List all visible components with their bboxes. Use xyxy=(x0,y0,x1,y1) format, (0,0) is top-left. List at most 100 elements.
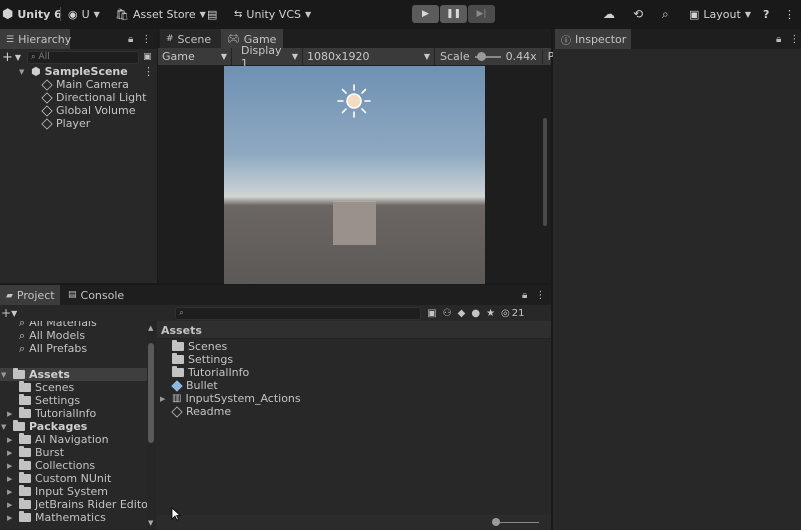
type-filter-icon[interactable]: ⚇ xyxy=(443,308,452,319)
folder-tree-scrollbar[interactable]: ▲ ▼ xyxy=(147,321,156,530)
hierarchy-item[interactable]: Player xyxy=(41,117,90,130)
warning-filter-icon[interactable]: ● xyxy=(471,308,480,319)
favorite-item[interactable]: ⌕ All Models xyxy=(19,329,85,343)
package-item[interactable]: ▶ JetBrains Rider Editor xyxy=(7,498,147,511)
search-button[interactable]: ⌕ xyxy=(662,0,669,28)
asset-item[interactable]: Bullet xyxy=(171,379,218,392)
add-icon[interactable]: + xyxy=(2,50,13,65)
main-toolbar: ⬢ Unity 6 ◉ U ▼ 🛍 Asset Store ▼ ▤ ⇆ Unit… xyxy=(0,0,801,28)
asset-item[interactable]: TutorialInfo xyxy=(172,366,249,379)
tab-hierarchy[interactable]: ☰ Hierarchy xyxy=(0,29,71,49)
archive-button[interactable]: ▤ xyxy=(207,0,217,28)
folder-item[interactable]: ▶ TutorialInfo xyxy=(7,407,96,420)
hierarchy-search[interactable]: ⌕ All xyxy=(27,50,140,64)
scrollbar-thumb[interactable] xyxy=(148,343,154,443)
expand-arrow-icon[interactable]: ▶ xyxy=(7,514,15,522)
unity-account-menu[interactable]: ⬢ Unity 6 xyxy=(2,0,62,28)
folder-item[interactable]: Settings xyxy=(19,394,80,407)
package-item[interactable]: ▶ Custom NUnit xyxy=(7,472,111,485)
resolution-dropdown[interactable]: 1080x1920 ▼ xyxy=(303,48,435,65)
asset-store-dropdown[interactable]: 🛍 Asset Store ▼ xyxy=(115,0,206,28)
lock-icon[interactable]: 🔒︎ xyxy=(776,34,781,45)
play-button[interactable]: ▶ xyxy=(412,5,439,23)
favorite-icon[interactable]: ★ xyxy=(486,308,495,319)
inspector-panel xyxy=(553,29,801,530)
asset-item[interactable]: ▶ ▥ InputSystem_Actions xyxy=(160,392,301,405)
cloud-button[interactable]: ☁ xyxy=(603,0,615,28)
scale-slider-handle[interactable] xyxy=(476,51,486,61)
search-input[interactable]: All xyxy=(39,52,50,62)
expand-arrow-icon[interactable]: ▼ xyxy=(19,68,27,76)
expand-arrow-icon[interactable]: ▶ xyxy=(7,410,15,418)
favorite-item[interactable]: ⌕ All Prefabs xyxy=(19,342,87,356)
filter-icon[interactable]: ▣ xyxy=(143,52,152,62)
more-icon[interactable]: ⋮ xyxy=(141,34,151,45)
game-scrollbar[interactable] xyxy=(543,118,547,226)
icon-size-slider-handle[interactable] xyxy=(492,518,500,526)
package-item[interactable]: ▶ AI Navigation xyxy=(7,433,109,446)
expand-arrow-icon[interactable]: ▶ xyxy=(7,501,15,509)
help-button[interactable]: ? xyxy=(763,0,769,28)
chevron-down-icon[interactable]: ▼ xyxy=(11,309,17,318)
scale-slider[interactable] xyxy=(474,51,501,62)
expand-arrow-icon[interactable]: ▶ xyxy=(7,449,15,457)
gameobject-icon xyxy=(41,117,53,130)
tab-scene[interactable]: # Scene xyxy=(160,29,221,49)
lock-icon[interactable]: 🔒︎ xyxy=(128,34,133,45)
expand-arrow-icon[interactable]: ▶ xyxy=(7,475,15,483)
folder-icon xyxy=(13,420,25,431)
pause-button[interactable]: ❚❚ xyxy=(440,5,467,23)
scroll-down-icon[interactable]: ▼ xyxy=(148,519,153,527)
display-dropdown[interactable]: Display 1 ▼ xyxy=(237,44,303,70)
history-button[interactable]: ⟲ xyxy=(633,0,643,28)
hierarchy-item[interactable]: Main Camera xyxy=(41,78,129,91)
more-icon[interactable]: ⋮ xyxy=(789,34,799,45)
inspector-tabbar: ⓘ Inspector 🔒︎ ⋮ xyxy=(553,29,801,49)
console-icon: ▤ xyxy=(68,290,77,300)
chevron-down-icon[interactable]: ▼ xyxy=(15,53,21,62)
search-filter-icon[interactable]: ▣ xyxy=(427,308,436,319)
expand-arrow-icon[interactable]: ▶ xyxy=(7,462,15,470)
step-button[interactable]: ▶| xyxy=(468,5,495,23)
unity-logo-icon: ⬢ xyxy=(2,6,14,22)
package-item[interactable]: ▶ Mathematics xyxy=(7,511,106,524)
expand-arrow-icon[interactable]: ▼ xyxy=(1,371,9,379)
label-filter-icon[interactable]: ◆ xyxy=(458,308,466,319)
more-icon[interactable]: ⋮ xyxy=(535,290,545,301)
packages-folder[interactable]: ▼ Packages xyxy=(1,420,87,433)
icon-size-slider[interactable] xyxy=(495,522,539,523)
game-view-dropdown[interactable]: Game ▼ xyxy=(158,48,232,65)
gamepad-icon: 🎮︎ xyxy=(227,34,240,45)
hierarchy-item[interactable]: Global Volume xyxy=(41,104,136,117)
scroll-up-icon[interactable]: ▲ xyxy=(148,324,153,332)
favorite-item[interactable]: ⌕ All Materials xyxy=(19,321,97,329)
toolbar-more-button[interactable]: ⋮ xyxy=(784,0,795,28)
readme-icon xyxy=(171,405,183,418)
tab-inspector[interactable]: ⓘ Inspector xyxy=(555,29,631,49)
hierarchy-item[interactable]: Directional Light xyxy=(41,91,146,104)
tab-console[interactable]: ▤ Console xyxy=(62,285,126,305)
expand-arrow-icon[interactable]: ▶ xyxy=(7,488,15,496)
expand-arrow-icon[interactable]: ▶ xyxy=(7,436,15,444)
package-item[interactable]: ▶ Collections xyxy=(7,459,95,472)
package-item[interactable]: ▶ Input System xyxy=(7,485,108,498)
hidden-packages-toggle[interactable]: ◎ 21 xyxy=(501,308,524,319)
package-item[interactable]: ▶ Burst xyxy=(7,446,64,459)
lock-icon[interactable]: 🔒︎ xyxy=(522,290,527,301)
account-dropdown[interactable]: ◉ U ▼ xyxy=(68,0,100,28)
add-icon[interactable]: + xyxy=(1,306,11,320)
project-search-input[interactable]: ⌕ xyxy=(175,306,422,320)
assets-folder[interactable]: ▼ Assets xyxy=(0,368,147,381)
asset-item[interactable]: Scenes xyxy=(172,340,227,353)
folder-item[interactable]: Scenes xyxy=(19,381,74,394)
tab-project[interactable]: ▰ Project xyxy=(0,285,60,305)
vcs-dropdown[interactable]: ⇆ Unity VCS ▼ xyxy=(234,0,311,28)
scene-more-icon[interactable]: ⋮ xyxy=(143,65,154,78)
scene-root[interactable]: ▼ ⬢ SampleScene xyxy=(19,65,128,78)
breadcrumb-assets[interactable]: Assets xyxy=(161,324,202,337)
layout-dropdown[interactable]: ▣ Layout ▼ xyxy=(689,0,751,28)
asset-item[interactable]: Settings xyxy=(172,353,233,366)
expand-arrow-icon[interactable]: ▼ xyxy=(1,423,9,431)
expand-arrow-icon[interactable]: ▶ xyxy=(160,395,168,403)
asset-item[interactable]: Readme xyxy=(171,405,231,418)
